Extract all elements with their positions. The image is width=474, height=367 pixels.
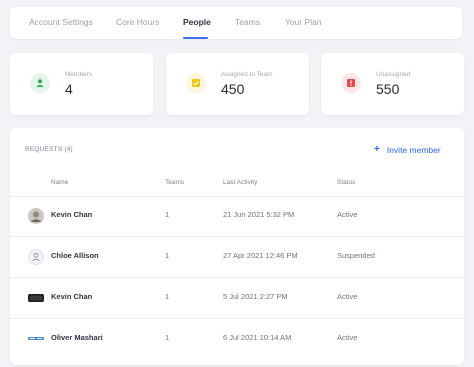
- settings-tabs: Account Settings Core Hours People Teams…: [10, 7, 462, 39]
- member-name: Kevin Chan: [51, 210, 93, 219]
- avatar: [28, 290, 44, 306]
- members-value: 4: [65, 81, 73, 97]
- invite-member-button[interactable]: + Invite member: [374, 144, 441, 155]
- requests-title: REQUESTS (4): [25, 146, 73, 153]
- member-teams: 1: [165, 210, 170, 219]
- member-status: Active: [337, 292, 358, 301]
- avatar: [28, 208, 44, 224]
- members-stat-card: Members 4: [10, 53, 153, 115]
- user-icon: [30, 73, 50, 93]
- unassigned-stat-card: Unassigned 550: [321, 53, 464, 115]
- member-status: Active: [337, 333, 358, 342]
- member-teams: 1: [165, 333, 170, 342]
- requests-panel: REQUESTS (4) + Invite member Name Teams …: [10, 128, 464, 365]
- active-tab-indicator: [183, 37, 208, 39]
- tab-teams[interactable]: Teams: [235, 17, 260, 27]
- avatar-placeholder-icon: [28, 249, 44, 265]
- check-icon: [186, 73, 206, 93]
- member-name: Chloe Allison: [51, 251, 99, 260]
- column-header-name[interactable]: Name: [51, 179, 68, 186]
- member-status: Suspended: [337, 251, 375, 260]
- member-teams: 1: [165, 292, 170, 301]
- member-teams: 1: [165, 251, 170, 260]
- tab-your-plan[interactable]: Your Plan: [285, 17, 322, 27]
- member-status: Active: [337, 210, 358, 219]
- avatar: [28, 331, 44, 347]
- tab-people[interactable]: People: [183, 17, 211, 27]
- tab-core-hours[interactable]: Core Hours: [116, 17, 159, 27]
- table-row[interactable]: Kevin Chan 1 5 Jul 2021 2:27 PM Active: [10, 278, 464, 318]
- assigned-value: 450: [221, 81, 245, 97]
- member-last-activity: 5 Jul 2021 2:27 PM: [223, 292, 288, 301]
- column-header-status[interactable]: Status: [337, 179, 355, 186]
- member-name: Kevin Chan: [51, 292, 93, 301]
- tab-account-settings[interactable]: Account Settings: [29, 17, 93, 27]
- invite-member-label: Invite member: [386, 144, 441, 155]
- column-header-last-activity[interactable]: Last Activity: [223, 179, 257, 186]
- unassigned-label: Unassigned: [376, 71, 411, 78]
- unassigned-value: 550: [376, 81, 400, 97]
- members-label: Members: [65, 71, 93, 78]
- member-last-activity: 6 Jul 2021 10:14 AM: [223, 333, 292, 342]
- plus-icon: +: [374, 144, 380, 155]
- member-last-activity: 21 Jun 2021 5:32 PM: [223, 210, 295, 219]
- table-row[interactable]: Chloe Allison 1 27 Apr 2021 12:46 PM Sus…: [10, 237, 464, 277]
- table-row[interactable]: Oliver Mashari 1 6 Jul 2021 10:14 AM Act…: [10, 319, 464, 359]
- column-header-teams[interactable]: Teams: [165, 179, 184, 186]
- assigned-label: Assigned to Team: [221, 71, 273, 78]
- assigned-stat-card: Assigned to Team 450: [166, 53, 309, 115]
- table-row[interactable]: Kevin Chan 1 21 Jun 2021 5:32 PM Active: [10, 196, 464, 236]
- member-name: Oliver Mashari: [51, 333, 103, 342]
- alert-icon: [341, 73, 361, 93]
- member-last-activity: 27 Apr 2021 12:46 PM: [223, 251, 298, 260]
